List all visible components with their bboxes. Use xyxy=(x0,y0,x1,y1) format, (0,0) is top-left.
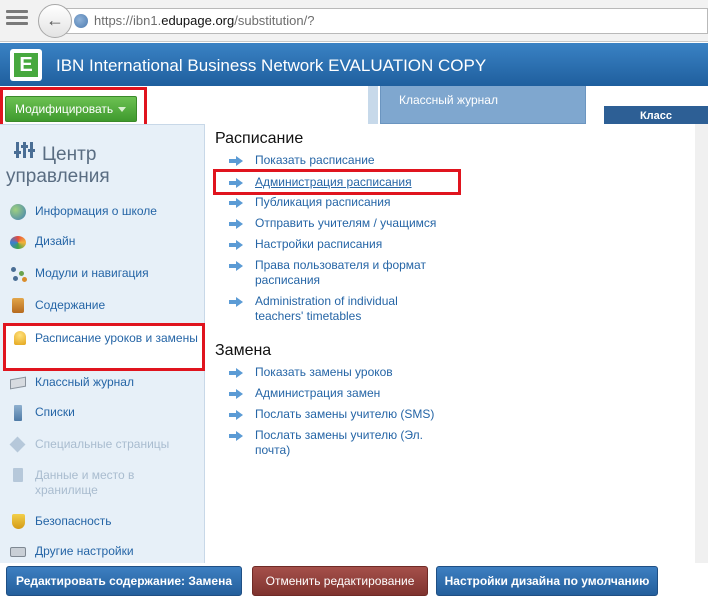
school-title: IBN International Business Network EVALU… xyxy=(56,56,487,75)
sidebar-item-content[interactable]: Содержание xyxy=(10,298,200,313)
sidebar-item-label: Информация о школе xyxy=(35,204,157,218)
link-label: Отправить учителям / учащимся xyxy=(255,216,437,230)
sidebar-item-lists[interactable]: Списки xyxy=(10,405,200,421)
edupage-logo[interactable]: E xyxy=(10,49,42,81)
cancel-edit-button[interactable]: Отменить редактирование xyxy=(252,566,428,596)
edit-content-button[interactable]: Редактировать содержание: Замена xyxy=(6,566,242,596)
browser-menu-icon[interactable] xyxy=(6,10,28,28)
storage-icon xyxy=(10,468,28,484)
sidebar-item-label: Содержание xyxy=(35,298,106,312)
link-label: Послать замены учителю (Эл. почта) xyxy=(255,428,423,457)
sidebar-item-label: Классный журнал xyxy=(35,375,134,389)
link-label: Права пользователя и формат расписания xyxy=(255,258,426,287)
sidebar-item-other-settings[interactable]: Другие настройки xyxy=(10,544,200,559)
link-show-schedule[interactable]: Показать расписание xyxy=(229,153,479,168)
arrow-right-icon xyxy=(229,240,243,250)
address-bar[interactable]: https://ibn1.edupage.org/substitution/? xyxy=(66,8,708,34)
site-globe-icon xyxy=(74,14,88,28)
url-domain: edupage.org xyxy=(161,13,235,28)
arrow-right-icon xyxy=(229,198,243,208)
sidebar-item-schedule-substitutions[interactable]: Расписание уроков и замены xyxy=(3,323,205,371)
sidebar-item-school-info[interactable]: Информация о школе xyxy=(10,204,200,220)
sidebar-item-label: Безопасность xyxy=(35,514,112,528)
arrow-right-icon xyxy=(229,410,243,420)
link-label: Настройки расписания xyxy=(255,237,383,251)
sidebar-item-security[interactable]: Безопасность xyxy=(10,514,200,529)
default-design-label: Настройки дизайна по умолчанию xyxy=(444,574,650,588)
sidebar-item-label: Дизайн xyxy=(35,234,76,248)
default-design-button[interactable]: Настройки дизайна по умолчанию xyxy=(436,566,658,596)
shield-icon xyxy=(10,514,28,530)
link-send-substitution-email[interactable]: Послать замены учителю (Эл. почта) xyxy=(229,428,454,458)
sidebar-title-line1: Центр xyxy=(42,144,97,165)
link-individual-teacher-timetables[interactable]: Administration of individual teachers' t… xyxy=(229,294,429,324)
content-icon xyxy=(10,298,28,314)
logo-letter: E xyxy=(14,53,38,77)
link-publish-schedule[interactable]: Публикация расписания xyxy=(229,195,479,210)
link-label: Administration of individual teachers' t… xyxy=(255,294,398,323)
sidebar-item-label: Модули и навигация xyxy=(35,266,149,280)
special-pages-icon xyxy=(9,436,28,453)
link-show-substitutions[interactable]: Показать замены уроков xyxy=(229,365,479,380)
arrow-right-icon xyxy=(229,261,243,271)
app-header: E IBN International Business Network EVA… xyxy=(0,43,708,86)
tab-class[interactable]: Класс xyxy=(604,106,708,126)
arrow-right-icon xyxy=(229,219,243,229)
arrow-right-icon xyxy=(229,389,243,399)
arrow-right-icon xyxy=(229,156,243,166)
url-prefix: https://ibn1. xyxy=(94,13,162,28)
settings-icon xyxy=(10,544,28,560)
sidebar-item-label: Данные и место в хранилище xyxy=(35,468,135,497)
section-title-substitution: Замена xyxy=(215,342,272,359)
modules-icon xyxy=(10,266,28,282)
tab-strip xyxy=(368,86,378,124)
arrow-right-icon xyxy=(229,431,243,441)
back-arrow-icon: ← xyxy=(46,10,64,30)
back-button[interactable]: ← xyxy=(38,4,72,38)
edit-content-label: Редактировать содержание: Замена xyxy=(16,574,232,588)
sidebar-item-label: Списки xyxy=(35,405,75,419)
sidebar-title-line2: управления xyxy=(6,166,110,187)
link-user-rights-format[interactable]: Права пользователя и формат расписания xyxy=(229,258,444,288)
link-schedule-settings[interactable]: Настройки расписания xyxy=(229,237,479,252)
bell-icon xyxy=(12,331,30,347)
sidebar-item-storage[interactable]: Данные и место в хранилище xyxy=(10,468,200,498)
sidebar-item-label: Расписание уроков и замены xyxy=(35,331,198,345)
sidebar-item-design[interactable]: Дизайн xyxy=(10,234,200,249)
link-label: Публикация расписания xyxy=(255,195,391,209)
browser-toolbar: https://ibn1.edupage.org/substitution/? … xyxy=(0,0,708,42)
sidebar-item-modules[interactable]: Модули и навигация xyxy=(10,266,200,282)
palette-icon xyxy=(10,234,28,250)
tab-class-label: Класс xyxy=(639,110,673,122)
highlight-schedule-admin xyxy=(213,169,461,195)
sidebar-item-special-pages[interactable]: Специальные страницы xyxy=(9,436,200,453)
sidebar-item-label: Специальные страницы xyxy=(35,437,170,451)
journal-icon xyxy=(10,375,28,391)
cancel-edit-label: Отменить редактирование xyxy=(265,574,415,588)
sidebar-item-class-journal[interactable]: Классный журнал xyxy=(10,375,200,390)
list-icon xyxy=(10,405,28,421)
link-send-to-teachers-students[interactable]: Отправить учителям / учащимся xyxy=(229,216,479,231)
tab-class-journal[interactable]: Классный журнал xyxy=(380,86,586,124)
page-scroll-gutter xyxy=(695,124,708,564)
link-send-substitution-sms[interactable]: Послать замены учителю (SMS) xyxy=(229,407,479,422)
link-label: Показать замены уроков xyxy=(255,365,393,379)
tab-class-journal-label: Классный журнал xyxy=(399,93,498,107)
arrow-right-icon xyxy=(229,297,243,307)
globe-icon xyxy=(10,204,28,220)
url-path: /substitution/? xyxy=(234,13,315,28)
control-center-icon xyxy=(14,142,35,160)
link-label: Показать расписание xyxy=(255,153,375,167)
link-substitution-admin[interactable]: Администрация замен xyxy=(229,386,479,401)
arrow-right-icon xyxy=(229,368,243,378)
section-title-schedule: Расписание xyxy=(215,130,304,147)
link-label: Послать замены учителю (SMS) xyxy=(255,407,435,421)
link-label: Администрация замен xyxy=(255,386,381,400)
sidebar-item-label: Другие настройки xyxy=(35,544,134,558)
